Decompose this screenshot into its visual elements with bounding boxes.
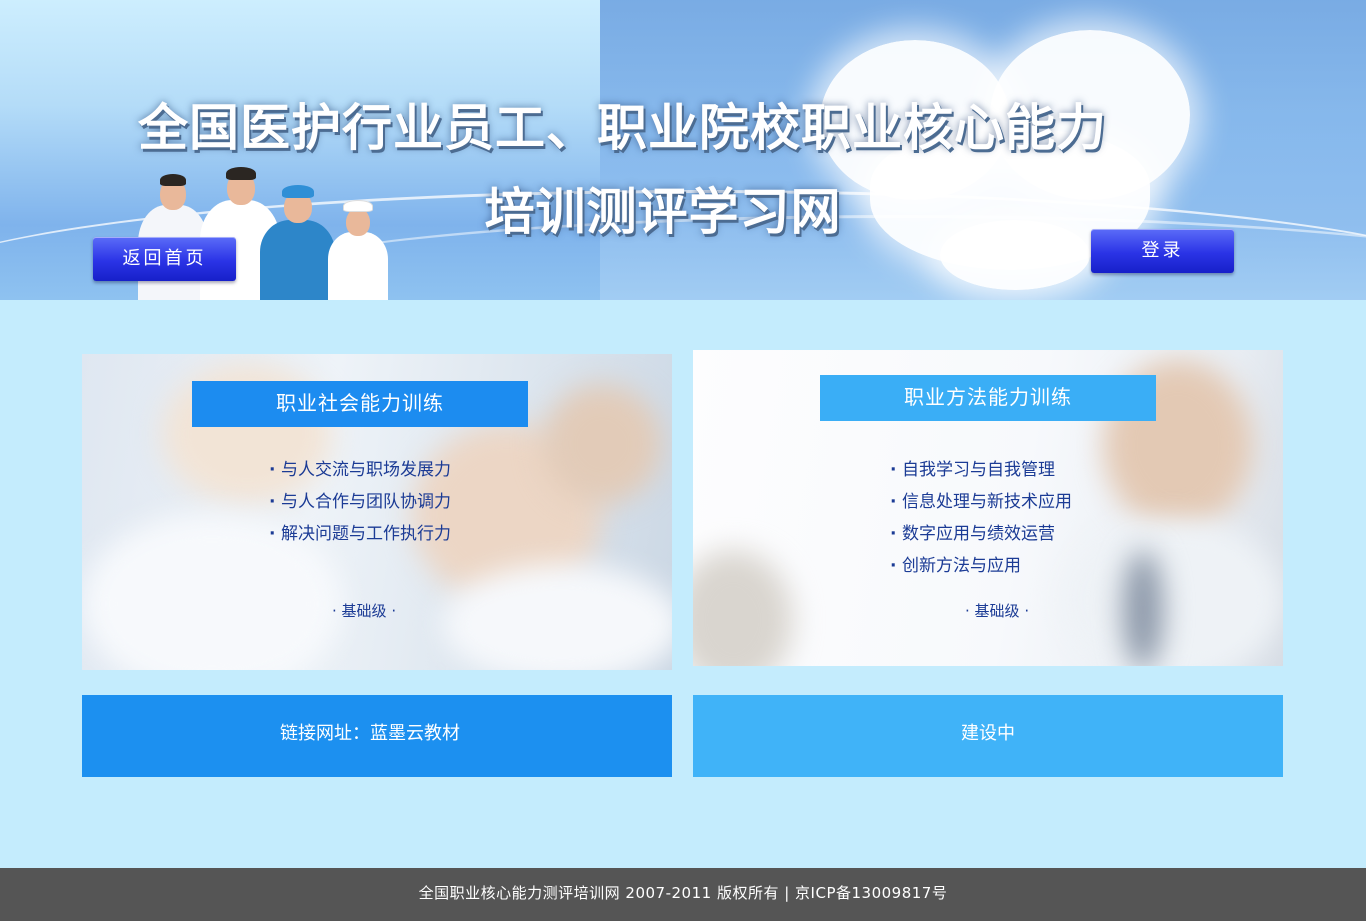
card-header: 职业方法能力训练 [820,375,1156,429]
list-item: · 数字应用与绩效运营 [890,524,1055,544]
card-social-ability[interactable]: 职业社会能力训练 · 与人交流与职场发展力 · 与人合作与团队协调力 · 解决问题与工… [82,354,672,670]
list-item: · 自我学习与自我管理 [890,460,1055,480]
copyright-text: 全国职业核心能力测评培训网 2007-2011 版权所有 | 京ICP备1300… [418,884,948,902]
banner-title-line1: 全国医护行业员工、职业院校职业核心能力 [138,99,1107,157]
login-button[interactable]: 登录 [1091,229,1234,273]
blurred-photo-shape [1063,520,1283,666]
textbook-link-bar[interactable]: 链接网址：蓝墨云教材 [82,695,672,777]
list-item: · 解决问题与工作执行力 [269,524,451,544]
under-construction-bar[interactable]: 建设中 [693,695,1283,777]
blurred-photo-shape [542,384,662,504]
card-method-ability[interactable]: 职业方法能力训练 · 自我学习与自我管理 · 信息处理与新技术应用 · 数字应用与绩效… [693,350,1283,666]
blurred-photo-shape [1123,550,1163,666]
list-item: · 与人合作与团队协调力 [269,492,451,512]
list-item: · 信息处理与新技术应用 [890,492,1072,512]
home-button[interactable]: 返回首页 [93,237,236,281]
header-banner: 全国医护行业员工、职业院校职业核心能力 培训测评学习网 返回首页 登录 [0,0,1366,300]
skill-list: · 与人交流与职场发展力 · 与人合作与团队协调力 · 解决问题与工作执行力 [269,454,451,550]
card-header: 职业社会能力训练 [192,381,528,435]
list-item: · 创新方法与应用 [890,556,1021,576]
list-item: · 与人交流与职场发展力 [269,460,451,480]
skill-list: · 自我学习与自我管理 · 信息处理与新技术应用 · 数字应用与绩效运营 · 创新方法与… [890,454,1072,582]
textbook-link-label: 链接网址：蓝墨云教材 [280,723,460,744]
blurred-photo-shape [693,550,793,666]
footer: 全国职业核心能力测评培训网 2007-2011 版权所有 | 京ICP备1300… [0,868,1366,921]
level-label: · 基础级 · [332,602,397,620]
level-label: · 基础级 · [965,602,1030,620]
under-construction-label: 建设中 [961,723,1015,744]
